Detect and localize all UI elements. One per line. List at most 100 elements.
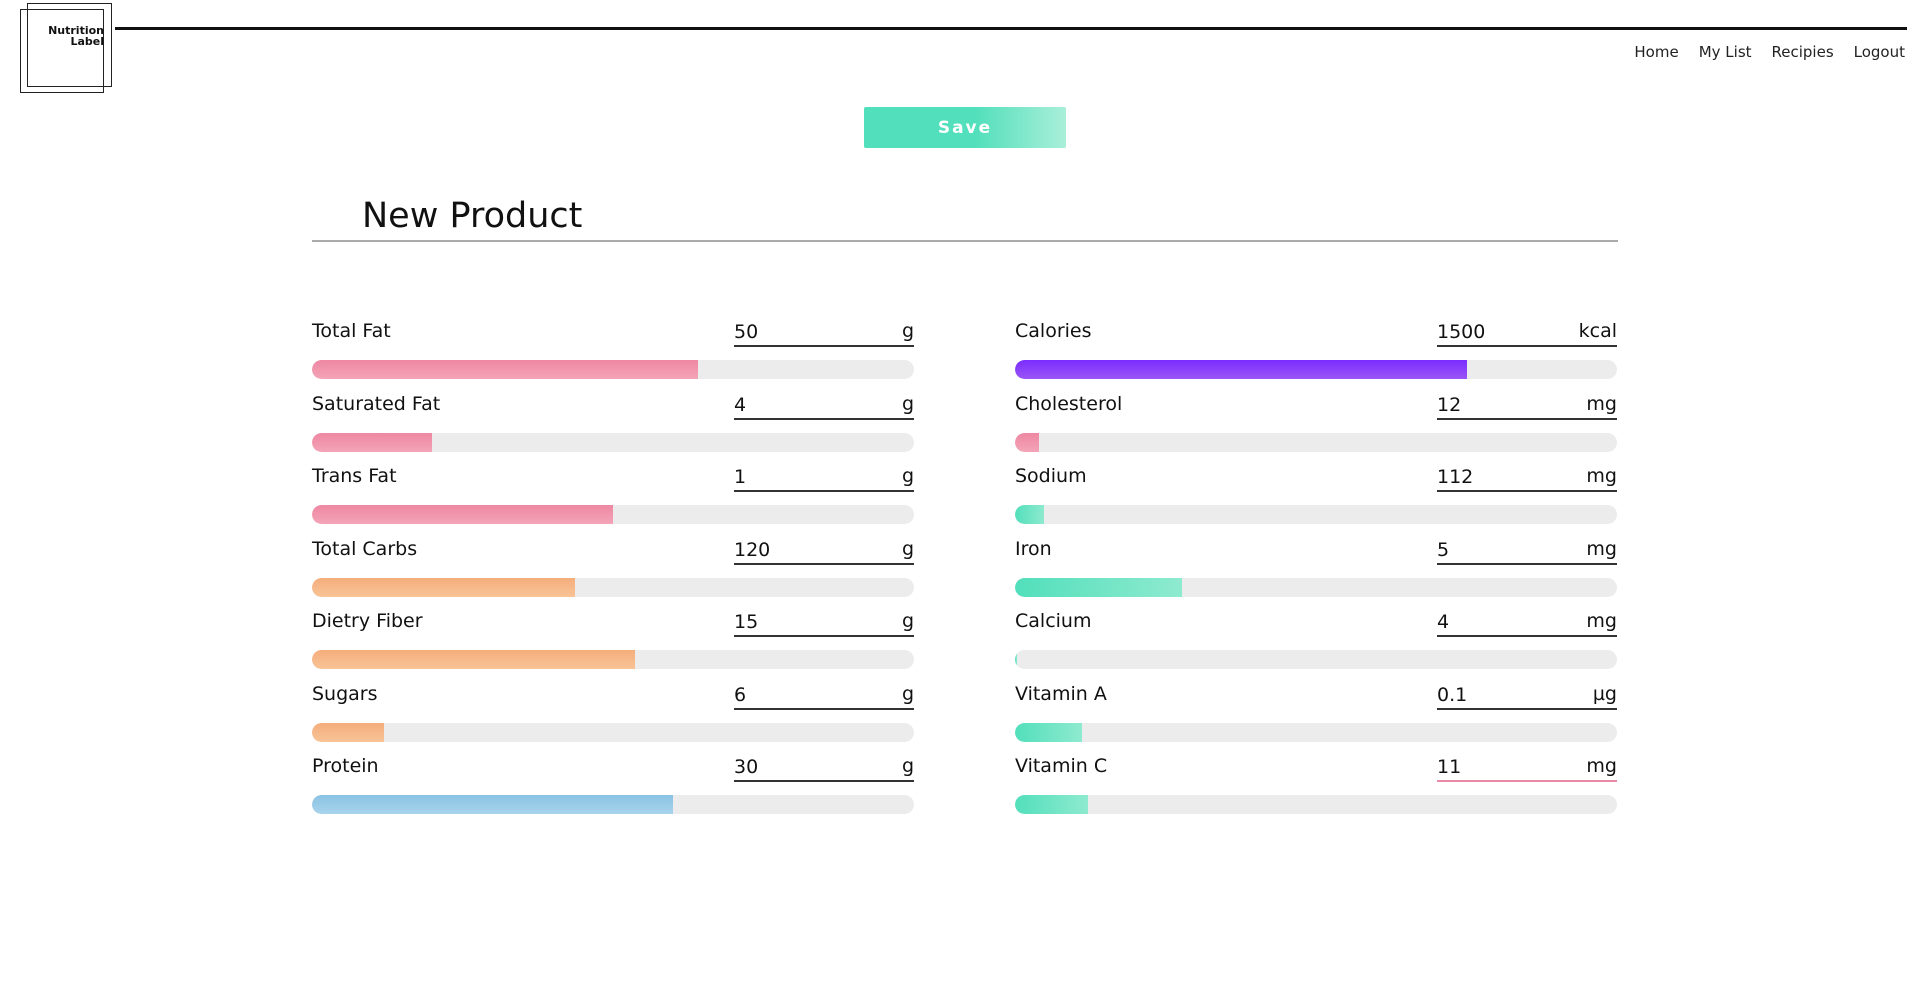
nutrient-unit-saturated-fat: g [901, 392, 914, 415]
nav-logout-link[interactable]: Logout [1854, 43, 1905, 61]
nutrient-row-trans-fat: Trans Fat g [312, 465, 914, 538]
nutrient-field-vitamin-c: mg [1437, 755, 1617, 782]
nutrient-label-calcium: Calcium [1015, 610, 1092, 632]
nutrient-unit-protein: g [901, 755, 914, 777]
nutrient-unit-vitamin-a: µg [1592, 682, 1617, 705]
header-divider [115, 27, 1907, 30]
nutrient-field-protein: g [734, 755, 914, 782]
nutrient-label-sodium: Sodium [1015, 465, 1087, 487]
nutrient-progress-fill-iron [1015, 577, 1183, 597]
nutrient-input-sugars[interactable] [734, 682, 864, 707]
nutrient-unit-total-carbs: g [901, 537, 914, 560]
nutrient-progress-track-saturated-fat [312, 432, 914, 452]
nutrient-unit-calories: kcal [1578, 320, 1617, 342]
nutrient-field-calories: kcal [1437, 320, 1617, 347]
nutrient-unit-iron: mg [1586, 537, 1617, 560]
nutrient-progress-track-calories [1015, 360, 1617, 379]
nav-home-link[interactable]: Home [1634, 43, 1678, 61]
nutrient-field-sugars: g [734, 682, 914, 710]
nutrient-input-dietry-fiber[interactable] [734, 610, 864, 634]
nutrient-label-sugars: Sugars [312, 682, 378, 705]
nutrient-label-vitamin-a: Vitamin A [1015, 682, 1107, 705]
nutrient-progress-track-iron [1015, 577, 1617, 597]
nutrient-progress-fill-saturated-fat [312, 432, 433, 452]
nutrient-row-calories: Calories kcal [1015, 320, 1617, 393]
nutrient-row-dietry-fiber: Dietry Fiber g [312, 610, 914, 683]
nav-recipies-link[interactable]: Recipies [1772, 43, 1834, 61]
app-logo[interactable]: Nutrition Label [20, 3, 112, 93]
nutrient-field-total-carbs: g [734, 537, 914, 565]
nutrient-progress-track-total-carbs [312, 577, 914, 597]
nutrient-input-calories[interactable] [1437, 320, 1567, 344]
nutrient-input-trans-fat[interactable] [734, 465, 864, 489]
nutrient-label-trans-fat: Trans Fat [312, 465, 397, 487]
nutrient-row-vitamin-c: Vitamin C mg [1015, 755, 1617, 828]
nutrient-input-iron[interactable] [1437, 537, 1567, 562]
nutrient-row-total-fat: Total Fat g [312, 320, 914, 393]
nutrient-input-saturated-fat[interactable] [734, 392, 864, 417]
nutrient-row-sodium: Sodium mg [1015, 465, 1617, 538]
nutrient-progress-fill-protein [312, 795, 674, 814]
logo-text: Nutrition Label [48, 25, 104, 47]
nutrient-progress-track-dietry-fiber [312, 650, 914, 669]
top-nav: Home My List Recipies Logout [1634, 43, 1905, 61]
nutrient-unit-sodium: mg [1586, 465, 1617, 487]
nutrient-progress-fill-calcium [1015, 650, 1018, 669]
nutrient-row-cholesterol: Cholesterol mg [1015, 392, 1617, 466]
nutrient-progress-track-total-fat [312, 360, 914, 379]
nutrient-field-cholesterol: mg [1437, 392, 1617, 420]
nutrient-progress-fill-calories [1015, 360, 1467, 379]
nutrient-progress-fill-sodium [1015, 505, 1045, 524]
nutrient-field-calcium: mg [1437, 610, 1617, 637]
nutrient-unit-sugars: g [901, 682, 914, 705]
nutrient-progress-track-sugars [312, 722, 914, 742]
nutrient-progress-fill-total-carbs [312, 577, 576, 597]
nutrient-label-cholesterol: Cholesterol [1015, 392, 1123, 415]
nutrient-field-saturated-fat: g [734, 392, 914, 420]
nutrient-row-sugars: Sugars g [312, 682, 914, 756]
nutrient-row-saturated-fat: Saturated Fat g [312, 392, 914, 466]
nutrient-row-total-carbs: Total Carbs g [312, 537, 914, 611]
nutrient-progress-fill-cholesterol [1015, 432, 1040, 452]
nutrient-progress-track-protein [312, 795, 914, 814]
nutrient-progress-fill-sugars [312, 722, 385, 742]
nutrient-row-calcium: Calcium mg [1015, 610, 1617, 683]
nutrient-label-protein: Protein [312, 755, 379, 777]
nutrient-input-sodium[interactable] [1437, 465, 1567, 489]
save-button[interactable]: Save [864, 107, 1066, 148]
nutrient-label-dietry-fiber: Dietry Fiber [312, 610, 423, 632]
nutrient-field-trans-fat: g [734, 465, 914, 492]
micros-column: CalorieskcalCholesterolmgSodiummgIronmgC… [1015, 320, 1617, 828]
macros-column: Total FatgSaturated FatgTrans FatgTotal … [312, 320, 914, 828]
nutrient-progress-fill-vitamin-c [1015, 795, 1089, 814]
nutrient-row-vitamin-a: Vitamin A µg [1015, 682, 1617, 756]
nutrient-row-iron: Iron mg [1015, 537, 1617, 611]
nutrient-progress-track-sodium [1015, 505, 1617, 524]
nutrient-input-vitamin-c[interactable] [1437, 755, 1567, 779]
nutrient-input-total-carbs[interactable] [734, 537, 864, 562]
nutrient-label-saturated-fat: Saturated Fat [312, 392, 441, 415]
nutrient-unit-vitamin-c: mg [1586, 755, 1617, 777]
nutrient-field-iron: mg [1437, 537, 1617, 565]
nutrient-progress-track-vitamin-a [1015, 722, 1617, 742]
nutrient-field-sodium: mg [1437, 465, 1617, 492]
logo-text-line2: Label [70, 35, 104, 48]
nutrient-progress-fill-total-fat [312, 360, 699, 379]
nutrient-unit-dietry-fiber: g [901, 610, 914, 632]
nutrient-field-dietry-fiber: g [734, 610, 914, 637]
nutrient-input-vitamin-a[interactable] [1437, 682, 1567, 707]
nutrient-progress-fill-vitamin-a [1015, 722, 1082, 742]
nutrient-input-cholesterol[interactable] [1437, 392, 1567, 417]
nutrient-input-protein[interactable] [734, 755, 864, 779]
nutrient-field-total-fat: g [734, 320, 914, 347]
nutrient-unit-trans-fat: g [901, 465, 914, 487]
nutrient-input-calcium[interactable] [1437, 610, 1567, 634]
nutrient-progress-track-calcium [1015, 650, 1617, 669]
nutrient-progress-track-vitamin-c [1015, 795, 1617, 814]
nutrient-label-vitamin-c: Vitamin C [1015, 755, 1108, 777]
nutrient-progress-track-cholesterol [1015, 432, 1617, 452]
nutrient-label-calories: Calories [1015, 320, 1092, 342]
nutrient-input-total-fat[interactable] [734, 320, 864, 344]
nav-my-list-link[interactable]: My List [1699, 43, 1752, 61]
nutrient-label-total-carbs: Total Carbs [312, 537, 418, 560]
